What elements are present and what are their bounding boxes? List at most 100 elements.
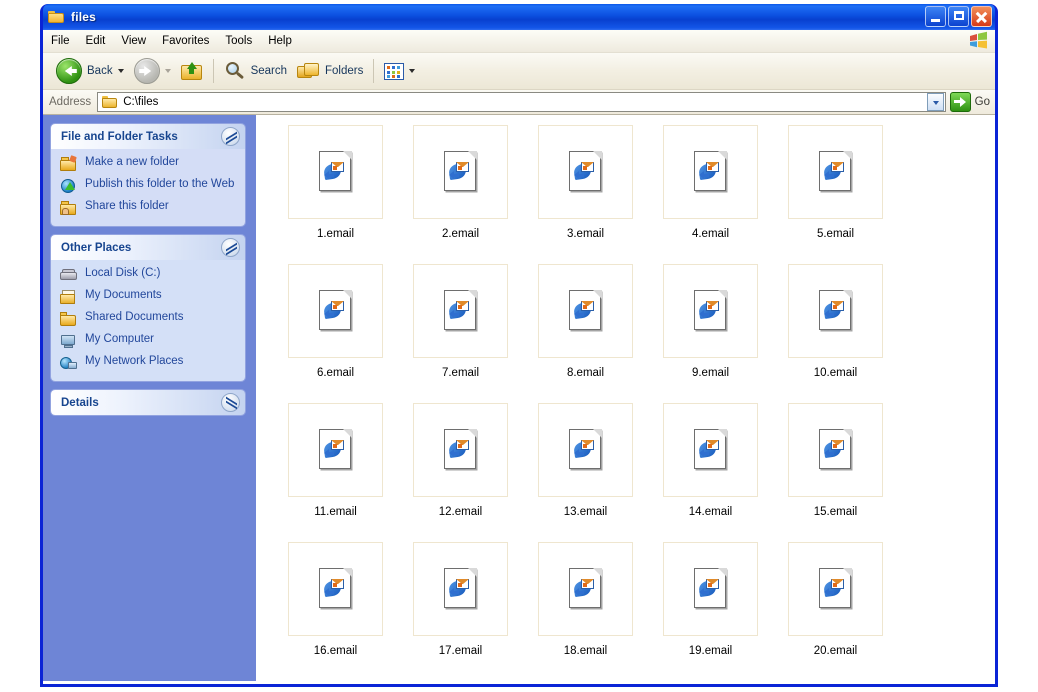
file-item[interactable]: 12.email	[398, 403, 523, 542]
views-dropdown-icon[interactable]	[409, 69, 415, 73]
new-folder-icon	[60, 156, 78, 172]
file-item[interactable]: 1.email	[273, 125, 398, 264]
maximize-button[interactable]	[948, 6, 969, 27]
back-button[interactable]: Back	[51, 56, 129, 86]
menu-item-help[interactable]: Help	[260, 33, 300, 49]
email-file-icon	[819, 290, 853, 332]
task-publish-this-folder-to-the-web[interactable]: Publish this folder to the Web	[60, 178, 237, 194]
file-item[interactable]: 13.email	[523, 403, 648, 542]
place-my-network-places[interactable]: My Network Places	[60, 355, 237, 371]
file-icon-box	[288, 125, 383, 219]
file-icon-box	[413, 542, 508, 636]
email-file-icon	[694, 290, 728, 332]
email-file-icon	[444, 290, 478, 332]
minimize-button[interactable]	[925, 6, 946, 27]
panel-header-file-and-folder-tasks[interactable]: File and Folder Tasks	[51, 124, 245, 149]
file-name: 11.email	[314, 506, 357, 519]
place-shared-documents[interactable]: Shared Documents	[60, 311, 237, 327]
task-share-this-folder[interactable]: Share this folder	[60, 200, 237, 216]
publish-web-icon	[60, 178, 78, 194]
file-item[interactable]: 5.email	[773, 125, 898, 264]
panel-file-and-folder-tasks: File and Folder Tasks Make a new folder …	[51, 124, 245, 226]
place-label: My Network Places	[85, 355, 183, 368]
window-body: File and Folder Tasks Make a new folder …	[43, 115, 995, 681]
expand-chevron-down-icon[interactable]	[221, 393, 240, 412]
file-list-view[interactable]: 1.email2.email3.email4.email 5.email 6.ema…	[256, 115, 995, 681]
task-make-a-new-folder[interactable]: Make a new folder	[60, 156, 237, 172]
place-local-disk-c[interactable]: Local Disk (C:)	[60, 267, 237, 283]
menu-item-file[interactable]: File	[43, 33, 78, 49]
place-label: My Documents	[85, 289, 162, 302]
task-label: Publish this folder to the Web	[85, 178, 234, 191]
menu-item-tools[interactable]: Tools	[217, 33, 260, 49]
search-button[interactable]: Search	[219, 56, 292, 86]
address-dropdown-button[interactable]	[927, 93, 944, 111]
address-value: C:\files	[123, 96, 158, 108]
collapse-chevron-up-icon[interactable]	[221, 238, 240, 257]
outlook-overlay-icon	[824, 440, 845, 459]
close-button[interactable]	[971, 6, 992, 27]
file-item[interactable]: 6.email	[273, 264, 398, 403]
up-button[interactable]	[176, 56, 208, 86]
file-item[interactable]: 8.email	[523, 264, 648, 403]
menu-item-favorites[interactable]: Favorites	[154, 33, 217, 49]
window-controls	[925, 6, 992, 27]
file-icon-box	[663, 125, 758, 219]
file-item[interactable]: 10.email	[773, 264, 898, 403]
place-my-computer[interactable]: My Computer	[60, 333, 237, 349]
panel-header-details[interactable]: Details	[51, 390, 245, 415]
task-pane: File and Folder Tasks Make a new folder …	[43, 115, 256, 681]
go-arrow-icon	[950, 92, 971, 112]
file-item[interactable]: 2.email	[398, 125, 523, 264]
file-name: 5.email	[817, 228, 854, 241]
file-item[interactable]: 11.email	[273, 403, 398, 542]
outlook-overlay-icon	[574, 301, 595, 320]
shared-documents-icon	[60, 311, 78, 327]
menu-item-edit[interactable]: Edit	[78, 33, 114, 49]
collapse-chevron-up-icon[interactable]	[221, 127, 240, 146]
panel-header-other-places[interactable]: Other Places	[51, 235, 245, 260]
task-label: Make a new folder	[85, 156, 179, 169]
file-name: 6.email	[317, 367, 354, 380]
file-icon-box	[288, 264, 383, 358]
file-item[interactable]: 16.email	[273, 542, 398, 681]
file-icon-box	[663, 403, 758, 497]
file-item[interactable]: 14.email	[648, 403, 773, 542]
file-item[interactable]: 15.email	[773, 403, 898, 542]
file-item[interactable]: 18.email	[523, 542, 648, 681]
back-dropdown-icon[interactable]	[118, 69, 124, 73]
folder-icon	[48, 10, 65, 24]
go-button[interactable]: Go	[946, 92, 995, 112]
outlook-overlay-icon	[824, 162, 845, 181]
file-item[interactable]: 7.email	[398, 264, 523, 403]
my-computer-icon	[60, 333, 78, 349]
address-label: Address	[49, 96, 91, 108]
panel-body-file-and-folder-tasks: Make a new folder Publish this folder to…	[51, 149, 245, 226]
outlook-overlay-icon	[324, 579, 345, 598]
file-icon-box	[538, 125, 633, 219]
window-client-area: File Edit View Favorites Tools Help Back	[43, 30, 995, 684]
file-item[interactable]: 20.email	[773, 542, 898, 681]
file-item[interactable]: 19.email	[648, 542, 773, 681]
panel-other-places: Other Places Local Disk (C:) My Document…	[51, 235, 245, 381]
outlook-overlay-icon	[324, 301, 345, 320]
windows-flag-icon	[968, 31, 989, 50]
file-icon-box	[788, 403, 883, 497]
outlook-overlay-icon	[449, 579, 470, 598]
menu-bar: File Edit View Favorites Tools Help	[43, 30, 995, 53]
place-my-documents[interactable]: My Documents	[60, 289, 237, 305]
toolbar: Back Search Folders	[43, 53, 995, 90]
my-network-places-icon	[60, 355, 78, 371]
file-item[interactable]: 9.email	[648, 264, 773, 403]
file-item[interactable]: 4.email	[648, 125, 773, 264]
outlook-overlay-icon	[324, 162, 345, 181]
forward-button[interactable]	[129, 56, 176, 86]
place-label: Local Disk (C:)	[85, 267, 160, 280]
folders-button[interactable]: Folders	[292, 56, 368, 86]
file-item[interactable]: 3.email	[523, 125, 648, 264]
address-input[interactable]: C:\files	[97, 92, 945, 112]
views-button[interactable]	[379, 56, 420, 86]
menu-item-view[interactable]: View	[113, 33, 154, 49]
file-item[interactable]: 17.email	[398, 542, 523, 681]
panel-title: Details	[61, 397, 99, 409]
